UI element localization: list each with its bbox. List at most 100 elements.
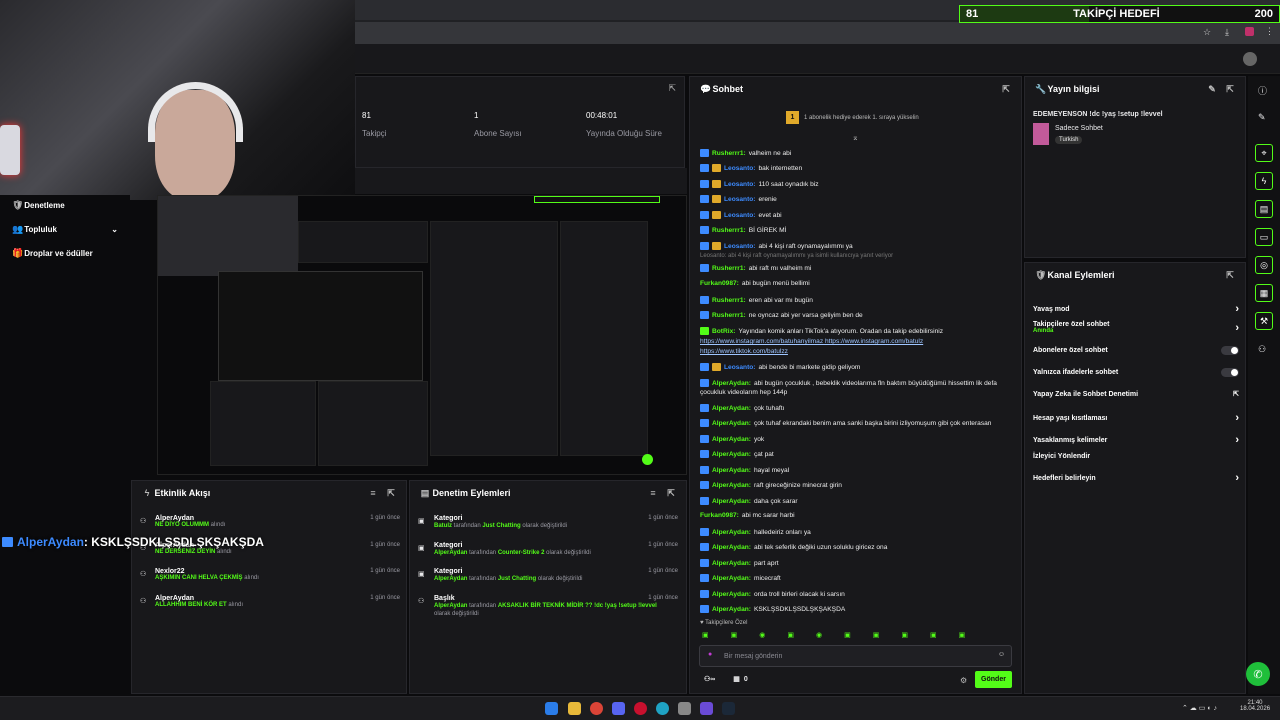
edit-icon[interactable]: ✎ [1258,112,1266,123]
windows-start-icon[interactable] [545,702,558,715]
popout-icon[interactable]: ⇱ [666,488,676,499]
emote-icon[interactable]: ◉ [816,631,822,639]
chat-username[interactable]: AlperAydan: [712,420,751,427]
chat-username[interactable]: AlperAydan: [712,482,751,489]
emote-icon[interactable]: ▣ [702,631,709,639]
chat-username[interactable]: AlperAydan: [712,591,751,598]
chat-icon[interactable]: ▭ [1255,228,1273,246]
channel-action-item[interactable]: Abonelere özel sohbet [1033,346,1239,355]
chat-message[interactable]: AlperAydan: yok [700,435,764,443]
chat-message[interactable]: AlperAydan: orda troll birleri olacak ki … [700,590,845,598]
users-icon[interactable]: ⚇∞ [704,675,715,683]
chat-message[interactable]: AlperAydan: part aprt [700,559,779,567]
chevron-right-icon[interactable]: › [1235,303,1239,315]
nav-moderation[interactable]: 🛡 Denetleme [12,200,65,211]
channel-action-item[interactable]: Yavaş mod › [1033,303,1239,315]
filter-icon[interactable]: ≡ [368,488,378,498]
chat-message[interactable]: Rusherrr1: abi raft mı valheim mi [700,264,811,272]
chat-username[interactable]: AlperAydan: [712,529,751,536]
chat-message[interactable]: AlperAydan: abi tek seferlik değiki uzun … [700,543,887,551]
chat-message[interactable]: AlperAydan: halledeiriz onları ya [700,528,811,536]
chevron-right-icon[interactable]: › [1235,434,1239,446]
chat-message[interactable]: Leosanto: bak internetten [700,164,802,172]
filter-icon[interactable]: ≡ [648,488,658,498]
toggle-switch[interactable] [1221,368,1239,377]
edit-icon[interactable]: ✎ [1207,84,1217,95]
chat-username[interactable]: Furkan0987: [700,512,739,519]
chat-username[interactable]: BotRix: [712,328,735,335]
channel-action-item[interactable]: İzleyici Yönlendir [1033,453,1239,460]
chat-username[interactable]: Furkan0987: [700,280,739,287]
chat-message[interactable]: AlperAydan: raft gireceğinize minecrat gi… [700,481,842,489]
tool-button[interactable]: ⌖ [1255,144,1273,162]
chat-message[interactable]: AlperAydan: hayal meyal [700,466,789,474]
channel-action-item[interactable]: Hesap yaşı kısıtlaması › [1033,412,1239,424]
chat-username[interactable]: AlperAydan: [712,560,751,567]
chat-message[interactable]: Leosanto: evet abi [700,211,782,219]
activity-user[interactable]: AlperAydan [155,515,400,522]
popout-icon[interactable]: ⇱ [1001,84,1011,95]
modlog-actor[interactable]: AlperAydan [434,576,467,582]
activity-item[interactable]: ⚇ Nexlor22 AŞKIMIN CANI HELVA ÇEKMİŞ alınd… [140,568,400,581]
chat-username[interactable]: Leosanto: [724,212,756,219]
emote-icon[interactable]: ▣ [930,631,937,639]
chat-username[interactable]: Leosanto: [724,165,756,172]
emote-icon[interactable]: ▣ [731,631,738,639]
avatar[interactable] [1243,52,1257,66]
chat-username[interactable]: Leosanto: [724,196,756,203]
broadcast-icon[interactable]: ◎ [1255,256,1273,274]
emote-icon[interactable]: ▣ [844,631,851,639]
emote-icon[interactable]: ▣ [873,631,880,639]
activity-user[interactable]: Nexlor22 [155,568,400,575]
chat-message[interactable]: AlperAydan: çok tuhaftı [700,404,784,412]
discord-icon[interactable] [612,702,625,715]
menu-icon[interactable]: ⋮ [1265,26,1274,37]
wrench-icon[interactable]: ⚒ [1255,312,1273,330]
activity-item[interactable]: ⚇ AlperAydan ALLAHHIM BENİ KÖR ET alındı 1 … [140,595,400,608]
chat-message[interactable]: Furkan0987: abi mc sarar harbi [700,512,795,519]
emoji-icon[interactable]: ☺ [998,651,1005,658]
channel-action-item[interactable]: Takipçilere özel sohbet Anında › [1033,321,1239,334]
chat-message[interactable]: AlperAydan: KSKLŞSDKLŞSDLŞKŞAKŞDA [700,605,845,613]
extension-icon[interactable] [1245,27,1254,36]
chat-username[interactable]: Rusherrr1: [712,227,746,234]
chat-username[interactable]: AlperAydan: [712,575,751,582]
activity-item[interactable]: ⚇ AlperAydan NE DİYO OLUMMM alındı 1 gün ön… [140,515,400,528]
chat-message[interactable]: Rusherrr1: ne oyncaz abi yer varsa geliyi… [700,311,863,319]
send-button[interactable]: Gönder [975,671,1012,688]
popout-icon[interactable]: ⇱ [1225,84,1235,95]
download-icon[interactable]: ⤓ [1225,27,1229,38]
popout-icon[interactable]: ⇱ [1225,270,1235,281]
chat-username[interactable]: AlperAydan: [712,405,751,412]
obs-icon[interactable] [700,702,713,715]
chat-username[interactable]: AlperAydan: [712,606,751,613]
modlog-item[interactable]: ⚇ Başlık AlperAydan tarafından AKSAKLIK Bİ… [418,595,678,618]
chat-message[interactable]: Rusherrr1: eren abi var mı bugün [700,296,813,304]
chat-username[interactable]: Leosanto: [724,243,756,250]
channel-action-item[interactable]: Hedefleri belirleyin › [1033,472,1239,484]
channel-action-item[interactable]: Yapay Zeka ile Sohbet Denetimi ⇱ [1033,390,1239,399]
chat-link[interactable]: https://www.instagram.com/batuhanyilmaz … [700,338,923,345]
chat-message[interactable]: çocukluk videolarım hep 144p [700,389,787,396]
nav-drops[interactable]: 🎁 Droplar ve ödüller [12,248,93,259]
activity-user[interactable]: AlperAydan [155,595,400,602]
steam-icon[interactable] [722,702,735,715]
chat-message[interactable]: Leosanto: abi 4 kişi raft oynamayalımmı y… [700,242,853,250]
chevron-right-icon[interactable]: › [1235,472,1239,484]
modlog-item[interactable]: ▣ Kategori Batulz tarafından Just Chatting… [418,515,678,530]
chat-username[interactable]: Rusherrr1: [712,265,746,272]
chat-input[interactable]: ● Bir mesaj gönderin ☺ [699,645,1012,667]
chat-message[interactable]: AlperAydan: abi bugün çocukluk , bebeklik… [700,379,997,387]
gear-icon[interactable]: ⚙ [960,676,967,685]
star-icon[interactable]: ☆ [1203,27,1211,38]
chat-username[interactable]: AlperAydan: [712,451,751,458]
modlog-item[interactable]: ▣ Kategori AlperAydan tarafından Just Chat… [418,568,678,583]
app-icon[interactable] [678,702,691,715]
support-chat-button[interactable]: ✆ [1246,662,1270,686]
doc-icon[interactable]: ▤ [1255,200,1273,218]
chat-username[interactable]: Rusherrr1: [712,297,746,304]
nav-community[interactable]: 👥 Topluluk ⌄ [12,224,118,235]
popout-icon[interactable]: ⇱ [668,83,676,94]
chat-message[interactable]: https://www.instagram.com/batuhanyilmaz … [700,338,923,345]
chat-message[interactable]: BotRix: Yayından komik anları TikTok'a at… [700,327,943,335]
